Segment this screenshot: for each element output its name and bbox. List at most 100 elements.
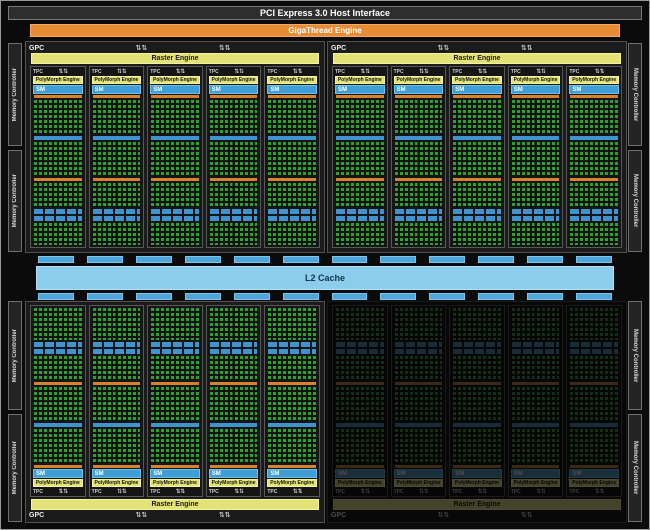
blue-stripe (151, 136, 199, 140)
updown-arrows-icon: ⇅ ⇅ (478, 69, 487, 75)
sm-body (150, 308, 200, 468)
tex-units-stripe (453, 342, 501, 347)
core-grid (395, 142, 443, 176)
updown-arrows-icon: ⇅ ⇅ (58, 69, 67, 75)
core-grid (268, 356, 316, 380)
core-grid (151, 142, 199, 176)
tpc: TPC⇅ ⇅PolyMorph EngineSM (508, 305, 564, 497)
sm-header-bar: SM (511, 85, 561, 94)
orange-stripe (210, 178, 258, 181)
memory-controller: Memory Controller (628, 150, 642, 253)
updown-arrows-icon: ⇅ ⇅ (136, 45, 147, 52)
updown-arrows-icon: ⇅ ⇅ (234, 489, 243, 495)
tpc-top-row: TPC⇅ ⇅ (567, 67, 621, 76)
tpc-label: TPC (394, 69, 404, 75)
tpc-label: TPC (33, 69, 43, 75)
orange-stripe (512, 465, 560, 468)
sm-body (511, 95, 561, 245)
crossbar-segment (429, 256, 465, 263)
tpc-label: TPC (452, 69, 462, 75)
sm-header-bar: SM (33, 469, 83, 478)
core-grid (151, 429, 199, 463)
tex-units-stripe (268, 342, 316, 347)
blue-stripe (93, 136, 141, 140)
core-grid (268, 100, 316, 134)
core-grid (512, 429, 560, 463)
tpc-label: TPC (569, 69, 579, 75)
core-grid (512, 142, 560, 176)
tpc-label: TPC (209, 69, 219, 75)
tpc-label: TPC (150, 69, 160, 75)
tpc-label: TPC (335, 489, 345, 495)
updown-arrows-icon: ⇅ ⇅ (419, 489, 428, 495)
updown-arrows-icon: ⇅ ⇅ (438, 512, 449, 519)
gigathread-engine-label: GigaThread Engine (288, 26, 361, 35)
core-grid (151, 356, 199, 380)
crossbar-segment (185, 256, 221, 263)
orange-stripe (93, 382, 141, 385)
core-grid (93, 387, 141, 421)
memory-controller-label: Memory Controller (12, 441, 18, 494)
blue-stripe (93, 423, 141, 427)
updown-arrows-icon: ⇅ ⇅ (176, 489, 185, 495)
polymorph-engine-bar: PolyMorph Engine (511, 76, 561, 84)
core-grid (336, 308, 384, 340)
updown-arrows-icon: ⇅ ⇅ (536, 69, 545, 75)
tpc-label: TPC (335, 69, 345, 75)
tpc-top-row: TPC⇅ ⇅ (148, 487, 202, 496)
crossbar-segment (136, 293, 172, 300)
blue-stripe (268, 136, 316, 140)
gigathread-engine-bar: GigaThread Engine (30, 24, 620, 37)
tpc-top-row: TPC⇅ ⇅ (450, 487, 504, 496)
core-grid (93, 100, 141, 134)
tex-units-stripe (93, 342, 141, 347)
blue-stripe (34, 423, 82, 427)
gpc-header: GPC⇅ ⇅⇅ ⇅ (26, 43, 324, 53)
memory-controller: Memory Controller (8, 150, 22, 253)
core-grid (34, 223, 82, 245)
core-grid (453, 387, 501, 421)
gpc-arrows: ⇅ ⇅⇅ ⇅ (44, 512, 321, 519)
tex-units-stripe (210, 216, 258, 221)
gpc-label: GPC (331, 512, 346, 519)
raster-engine-bar: Raster Engine (31, 499, 319, 510)
tpc: TPC⇅ ⇅PolyMorph EngineSM (147, 66, 203, 248)
orange-stripe (34, 465, 82, 468)
blue-stripe (570, 423, 618, 427)
sm-header-bar: SM (150, 469, 200, 478)
core-grid (512, 356, 560, 380)
tpc-label: TPC (569, 489, 579, 495)
crossbar-segment (576, 256, 612, 263)
core-grid (512, 223, 560, 245)
gpc-arrows: ⇅ ⇅⇅ ⇅ (44, 45, 321, 52)
tpc-top-row: TPC ⇅ ⇅ (392, 487, 446, 496)
orange-stripe (395, 178, 443, 181)
orange-stripe (395, 465, 443, 468)
tex-units-stripe (34, 349, 82, 354)
crossbar-segment (527, 256, 563, 263)
core-grid (210, 223, 258, 245)
core-grid (453, 356, 501, 380)
tpc-label: TPC (511, 489, 521, 495)
core-grid (570, 387, 618, 421)
core-grid (93, 308, 141, 340)
tpc-label: TPC (394, 489, 404, 495)
memory-controller-label: Memory Controller (12, 329, 18, 382)
tpc-top-row: TPC⇅ ⇅ (90, 487, 144, 496)
updown-arrows-icon: ⇅ ⇅ (419, 69, 428, 75)
crossbar-segment (38, 293, 74, 300)
crossbar-segment (136, 256, 172, 263)
tpc: TPC⇅ ⇅PolyMorph EngineSM (566, 305, 622, 497)
tpc-label: TPC (33, 489, 43, 495)
core-grid (151, 308, 199, 340)
gpc-header: GPC⇅ ⇅⇅ ⇅ (328, 510, 626, 520)
sm-body (394, 308, 444, 468)
crossbar-segment (38, 256, 74, 263)
orange-stripe (210, 465, 258, 468)
core-grid (570, 142, 618, 176)
orange-stripe (453, 465, 501, 468)
sm-header-bar: SM (209, 85, 259, 94)
tex-units-stripe (93, 209, 141, 214)
sm-header-bar: SM (452, 469, 502, 478)
gpc-top-left: GPC⇅ ⇅⇅ ⇅Raster EngineTPC⇅ ⇅PolyMorph En… (25, 41, 325, 253)
